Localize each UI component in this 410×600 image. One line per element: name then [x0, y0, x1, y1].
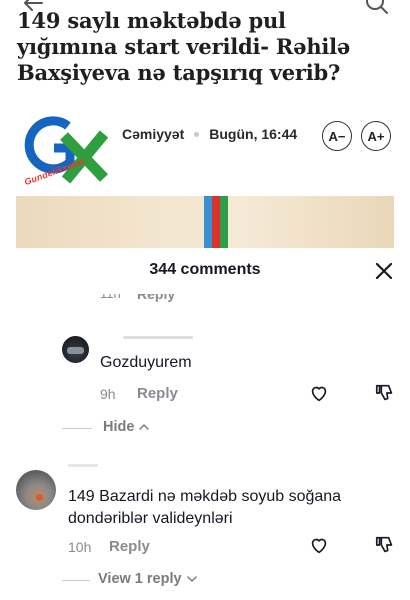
comment-text: 149 Bazardi nə məkdəb soyub soğana dondə… — [68, 488, 342, 527]
dislike-icon[interactable] — [374, 294, 396, 296]
chevron-down-icon — [186, 576, 197, 583]
heart-icon[interactable] — [308, 534, 330, 556]
heart-icon[interactable] — [308, 294, 330, 296]
article-image — [16, 196, 394, 248]
article-title: 149 saylı məktəbdə pul yığımına start ve… — [17, 8, 351, 85]
chevron-up-icon — [139, 423, 150, 430]
comment-time: 10h — [68, 539, 92, 555]
dislike-icon[interactable] — [374, 382, 396, 404]
thread-divider — [62, 428, 92, 429]
view-replies-label: View 1 reply — [98, 571, 182, 587]
comment-time: 9h — [100, 386, 116, 402]
comment-text: Gozduyurem — [100, 354, 192, 371]
dislike-icon[interactable] — [374, 534, 396, 556]
comment-partial-meta: 11h Reply — [0, 294, 410, 302]
avatar[interactable] — [16, 470, 56, 510]
hide-replies-label: Hide — [103, 419, 135, 435]
font-decrease-button[interactable]: A− — [322, 121, 352, 151]
comments-sheet: 344 comments 11h Reply Gozduyurem 9h Rep… — [0, 248, 410, 600]
article-category[interactable]: Cəmiyyət — [122, 126, 184, 142]
article-meta: Cəmiyyət Bugün, 16:44 — [122, 126, 297, 142]
avatar[interactable] — [62, 336, 89, 363]
flag-graphic — [204, 196, 228, 248]
meta-separator — [194, 131, 200, 137]
article-date: Bugün, 16:44 — [209, 126, 298, 142]
heart-icon[interactable] — [308, 382, 330, 404]
thread-divider — [62, 580, 90, 581]
comments-count-title: 344 comments — [149, 261, 261, 278]
reply-button[interactable]: Reply — [137, 294, 175, 302]
comments-list[interactable]: 11h Reply Gozduyurem 9h Reply Hide — [0, 294, 410, 600]
reply-username-placeholder — [123, 336, 193, 339]
close-icon[interactable] — [372, 259, 396, 283]
hide-replies-button[interactable]: Hide — [103, 419, 150, 435]
comment-time: 11h — [100, 294, 121, 301]
site-logo[interactable]: Gundelikxeber — [20, 110, 116, 190]
comment-username-placeholder — [68, 464, 98, 467]
reply-button[interactable]: Reply — [137, 385, 178, 402]
article-view: 149 saylı məktəbdə pul yığımına start ve… — [0, 0, 410, 248]
comments-header: 344 comments — [0, 248, 410, 294]
reply-button[interactable]: Reply — [109, 538, 150, 555]
view-replies-button[interactable]: View 1 reply — [98, 571, 198, 587]
font-increase-button[interactable]: A+ — [361, 121, 391, 151]
